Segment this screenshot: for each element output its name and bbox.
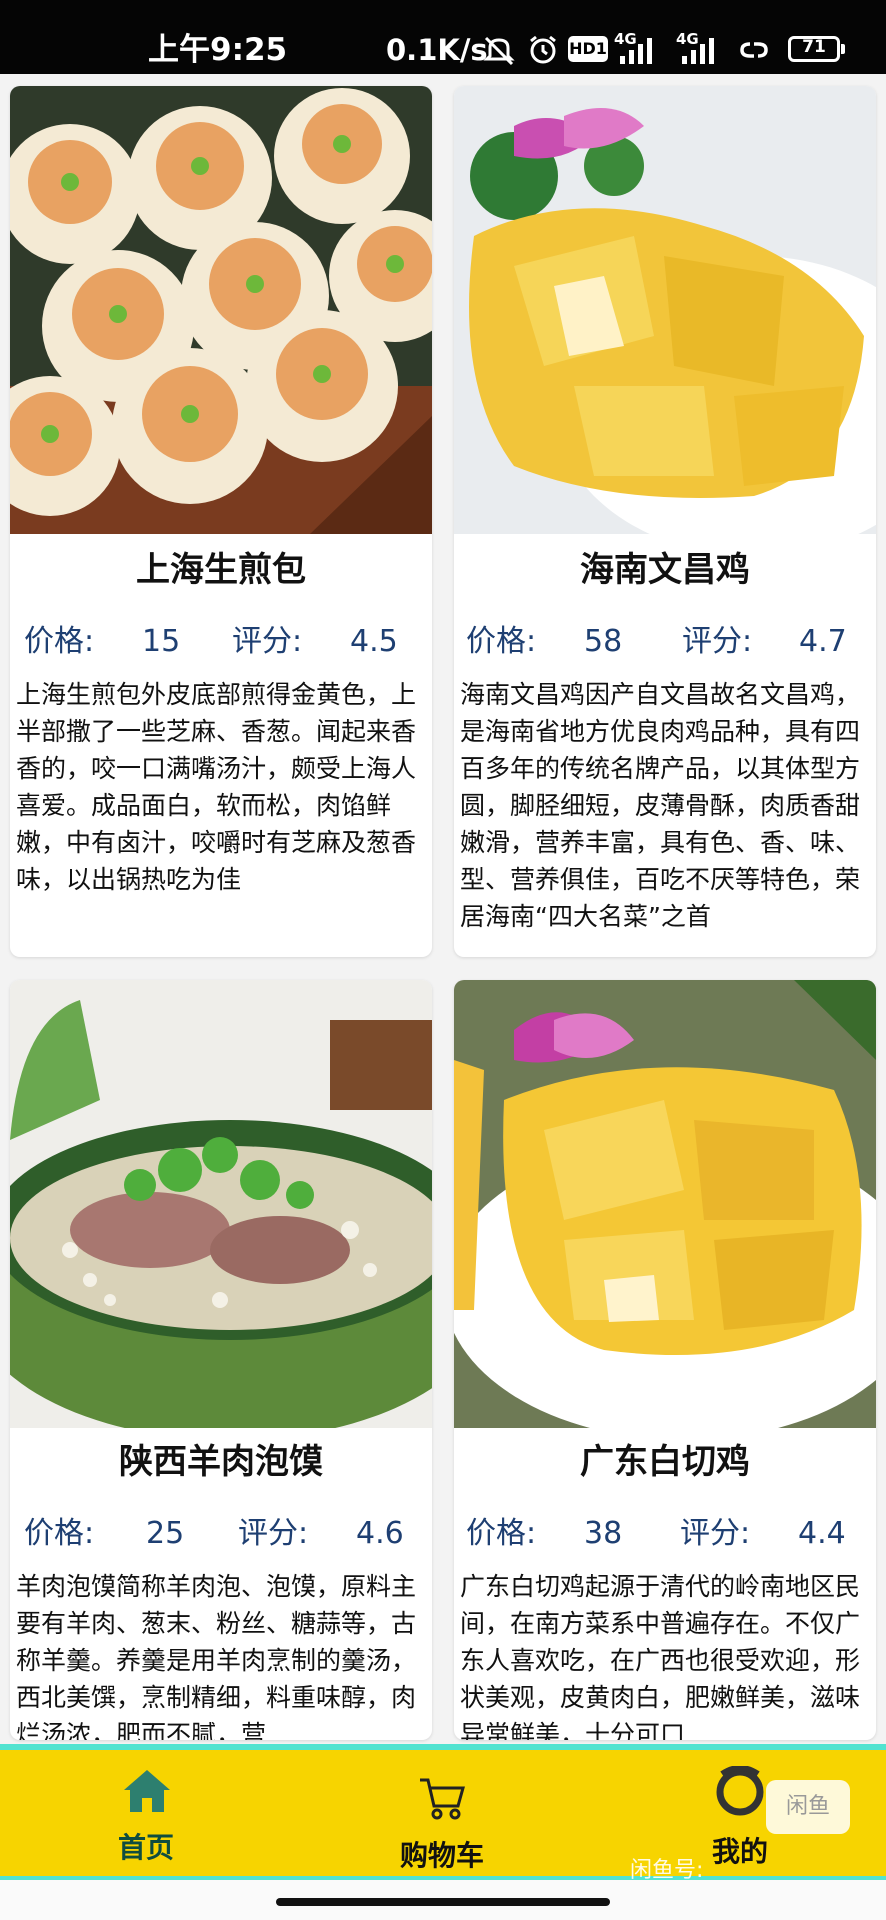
food-description: 羊肉泡馍简称羊肉泡、泡馍，原料主要有羊肉、葱末、粉丝、糖蒜等，古称羊羹。养羹是用… — [16, 1572, 417, 1740]
signal-icon-1 — [620, 38, 652, 64]
alarm-icon — [530, 35, 556, 64]
rating-value: 4.5 — [350, 624, 398, 659]
hd-badge: HD1 — [568, 36, 608, 62]
battery-icon: 71 — [788, 36, 840, 62]
food-description: 广东白切鸡起源于清代的岭南地区民间，在南方菜系中普遍存在。不仅广东人喜欢吃，在广… — [460, 1572, 861, 1740]
price-value: 38 — [584, 1516, 623, 1551]
price-value: 15 — [142, 624, 181, 659]
rating-value: 4.4 — [798, 1516, 846, 1551]
food-title: 海南文昌鸡 — [580, 550, 750, 590]
price-label: 价格: — [24, 624, 95, 659]
bottom-nav-bar: 首页 购物车 我的 — [0, 1744, 886, 1880]
nav-item-cart[interactable]: 购物车 — [342, 1750, 542, 1880]
rating-value: 4.6 — [356, 1516, 404, 1551]
status-time: 上午9:25 — [148, 32, 288, 68]
food-title: 广东白切鸡 — [580, 1442, 750, 1482]
food-card-baiqie-chicken[interactable]: 广东白切鸡 价格: 38 评分: 4.4 广东白切鸡起源于清代的岭南地区民间，在… — [454, 980, 876, 1740]
home-indicator[interactable] — [276, 1898, 610, 1906]
signal-icon-2 — [682, 38, 714, 64]
watermark-logo: 闲鱼 — [766, 1780, 850, 1834]
nav-label-home: 首页 — [117, 1831, 174, 1864]
rating-label: 评分: — [680, 1516, 751, 1551]
food-card-paomo[interactable]: 陕西羊肉泡馍 价格: 25 评分: 4.6 羊肉泡馍简称羊肉泡、泡馍，原料主要有… — [10, 980, 432, 1740]
food-title: 陕西羊肉泡馍 — [119, 1442, 323, 1482]
battery-tip — [841, 44, 845, 54]
food-photo-baiqie-chicken — [454, 980, 876, 1428]
mute-icon — [483, 36, 515, 66]
hd-label: HD1 — [569, 39, 607, 58]
status-bar: 上午9:25 0.1K/s HD1 4G 4G 71 — [0, 0, 886, 74]
rating-label: 评分: — [238, 1516, 309, 1551]
app-screen: 上午9:25 0.1K/s HD1 4G 4G 71 上海生煎包 价格: 15 … — [0, 0, 886, 1920]
home-icon — [124, 1770, 170, 1812]
nav-label-cart: 购物车 — [399, 1839, 484, 1872]
food-card-wenchang-chicken[interactable]: 海南文昌鸡 价格: 58 评分: 4.7 海南文昌鸡因产自文昌故名文昌鸡，是海南… — [454, 86, 876, 957]
price-value: 25 — [146, 1516, 185, 1551]
food-photo-shengjianbao — [10, 86, 432, 534]
rating-label: 评分: — [682, 624, 753, 659]
battery-level: 71 — [802, 37, 826, 57]
price-value: 58 — [584, 624, 623, 659]
cart-icon — [420, 1778, 465, 1820]
food-description: 上海生煎包外皮底部煎得金黄色，上半部撒了一些芝麻、香葱。闻起来香香的，咬一口满嘴… — [16, 680, 417, 894]
food-title: 上海生煎包 — [136, 550, 306, 590]
price-label: 价格: — [466, 624, 537, 659]
link-icon — [740, 42, 768, 58]
profile-icon — [716, 1766, 764, 1816]
food-photo-paomo — [10, 980, 432, 1428]
food-photo-wenchang-chicken — [454, 86, 876, 534]
food-card-shengjianbao[interactable]: 上海生煎包 价格: 15 评分: 4.5 上海生煎包外皮底部煎得金黄色，上半部撒… — [10, 86, 432, 957]
price-label: 价格: — [24, 1516, 95, 1551]
rating-label: 评分: — [232, 624, 303, 659]
network-speed: 0.1K/s — [386, 33, 488, 67]
price-label: 价格: — [466, 1516, 537, 1551]
rating-value: 4.7 — [799, 624, 847, 659]
food-description: 海南文昌鸡因产自文昌故名文昌鸡，是海南省地方优良肉鸡品种，具有四百多年的传统名牌… — [460, 680, 861, 931]
nav-item-home[interactable]: 首页 — [46, 1750, 246, 1880]
